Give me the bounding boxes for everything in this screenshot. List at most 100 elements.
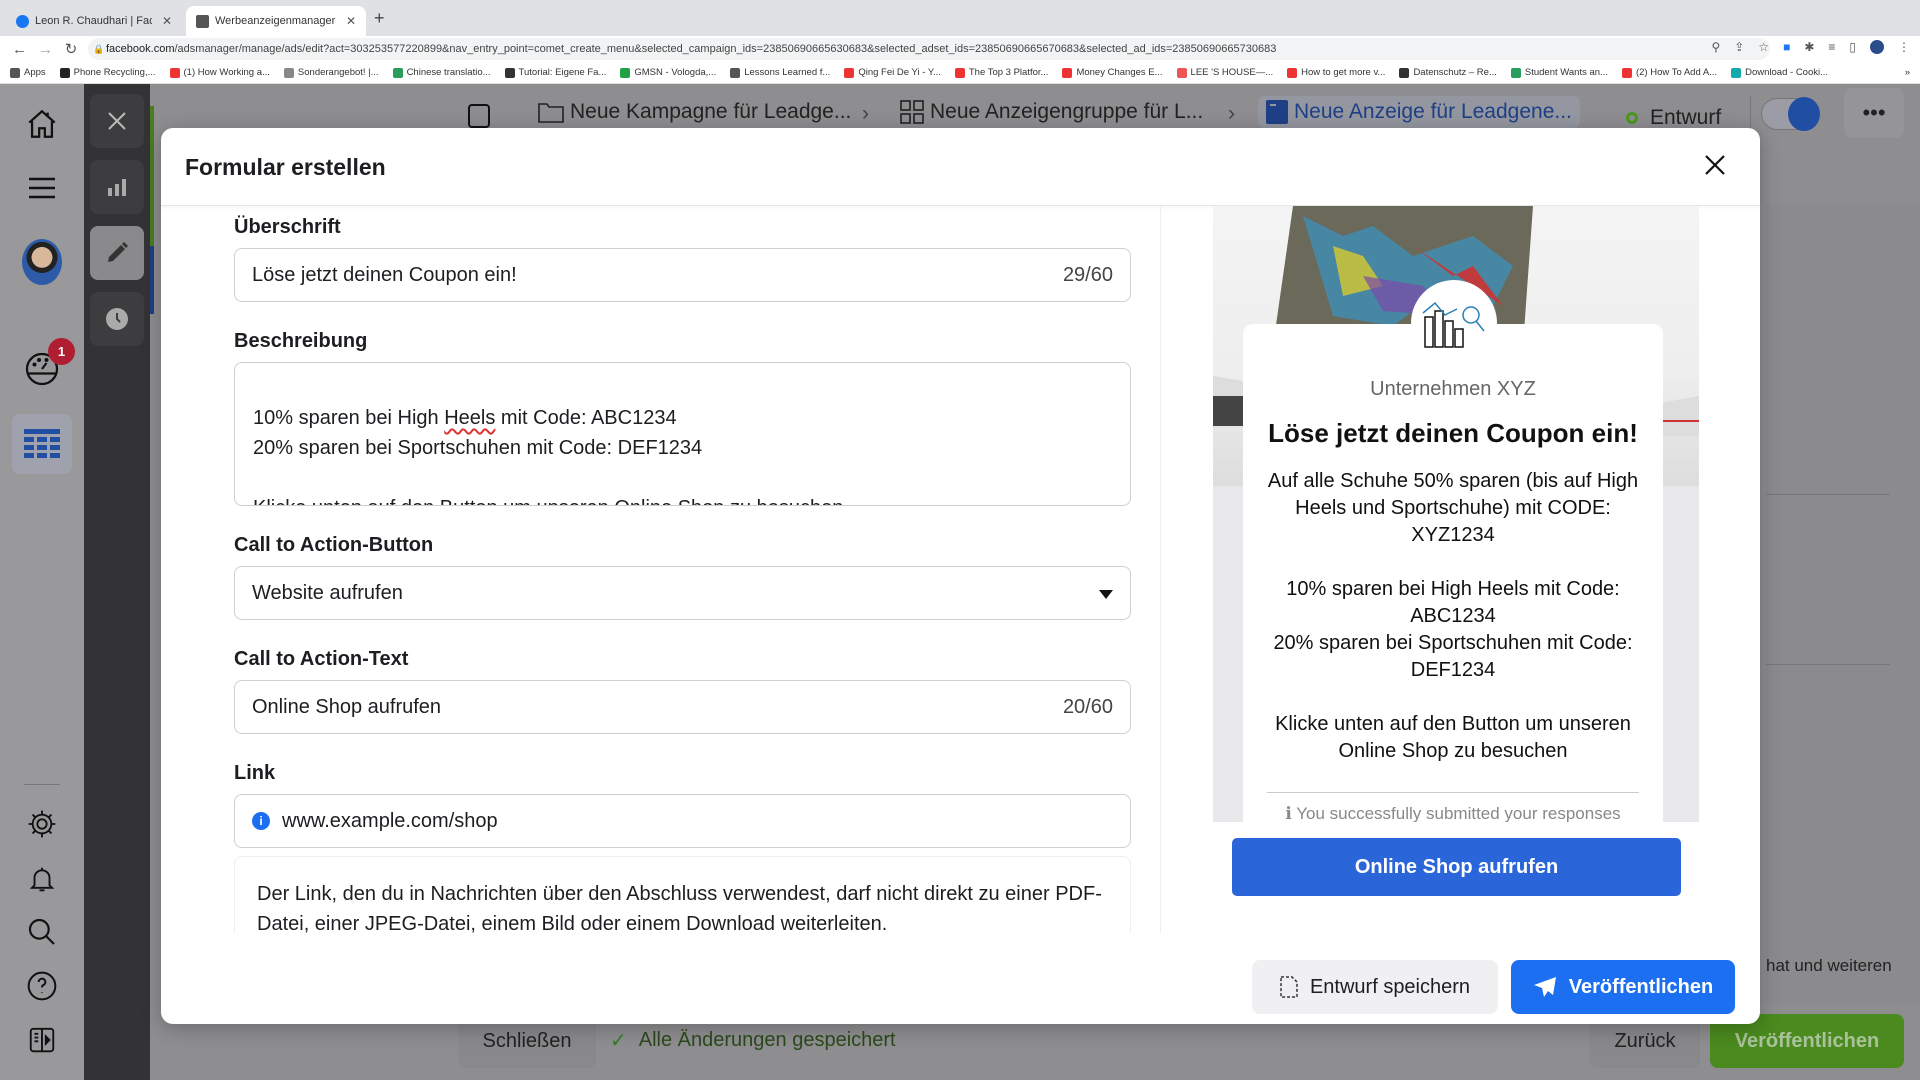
- sidepanel-icon[interactable]: ▯: [1849, 40, 1856, 54]
- bookmark-favicon-icon: [169, 67, 180, 78]
- preview-cta-button[interactable]: Online Shop aufrufen: [1232, 838, 1681, 896]
- link-input[interactable]: i www.example.com/shop: [234, 794, 1131, 848]
- bookmark-item[interactable]: Tutorial: Eigene Fa...: [504, 67, 606, 78]
- breadcrumb-adset[interactable]: Neue Anzeigengruppe für L...: [900, 100, 1203, 124]
- ads-table-icon[interactable]: [12, 414, 72, 474]
- link-notice-text: Der Link, den du in Nachrichten über den…: [257, 883, 1102, 933]
- cta-text-input[interactable]: Online Shop aufrufen 20/60: [234, 680, 1131, 734]
- publish-button[interactable]: Veröffentlichen: [1511, 960, 1735, 1014]
- back-icon[interactable]: ←: [12, 41, 27, 58]
- user-avatar[interactable]: [22, 239, 62, 285]
- bookmark-item[interactable]: Qing Fei De Yi - Y...: [844, 67, 941, 78]
- bookmark-item[interactable]: GMSN - Vologda,...: [620, 67, 716, 78]
- reading-list-icon[interactable]: ≡: [1828, 40, 1835, 54]
- save-draft-button[interactable]: Entwurf speichern: [1252, 960, 1498, 1014]
- chevron-right-icon: ›: [1228, 102, 1235, 125]
- edit-pencil-icon[interactable]: [90, 226, 144, 280]
- preview-submitted-text: ℹ You successfully submitted your respon…: [1285, 804, 1621, 822]
- breadcrumb-campaign[interactable]: Neue Kampagne für Leadge...: [538, 100, 851, 124]
- dialog-title: Formular erstellen: [185, 154, 386, 180]
- settings-gear-icon[interactable]: [22, 804, 62, 844]
- bookmark-item[interactable]: Sonderangebot! |...: [283, 67, 379, 78]
- bookmark-item[interactable]: Lessons Learned f...: [730, 67, 830, 78]
- browser-tab-facebook[interactable]: Leon R. Chaudhari | Facebook ✕: [6, 6, 182, 36]
- bookmark-label: Money Changes E...: [1076, 67, 1163, 78]
- bookmark-item[interactable]: Money Changes E...: [1062, 67, 1163, 78]
- save-draft-label: Entwurf speichern: [1309, 975, 1471, 998]
- adsmanager-icon: [196, 14, 209, 28]
- more-options-button[interactable]: •••: [1844, 88, 1904, 138]
- search-icon[interactable]: [22, 912, 62, 952]
- browser-tab-bar: Leon R. Chaudhari | Facebook ✕ Werbeanze…: [0, 0, 1920, 36]
- saved-status-label: Alle Änderungen gespeichert: [638, 1029, 896, 1051]
- more-bookmarks-button[interactable]: »: [1905, 67, 1910, 78]
- bookmark-favicon-icon: [504, 67, 515, 78]
- cta-text-value: Online Shop aufrufen: [252, 695, 442, 718]
- bookmark-label: Qing Fei De Yi - Y...: [858, 67, 941, 78]
- panel-toggle-icon[interactable]: [468, 104, 490, 128]
- bookmark-item[interactable]: Phone Recycling,...: [59, 67, 156, 78]
- preview-divider: [1267, 792, 1639, 793]
- headline-input[interactable]: Löse jetzt deinen Coupon ein! 29/60: [234, 248, 1131, 302]
- reload-icon[interactable]: ↻: [64, 40, 78, 58]
- close-editor-button[interactable]: [90, 94, 144, 148]
- url-input[interactable]: 🔒 facebook.com/adsmanager/manage/ads/edi…: [88, 38, 1770, 60]
- bookmark-item[interactable]: Student Wants an...: [1510, 67, 1608, 78]
- cta-text-char-count: 20/60: [1062, 695, 1113, 718]
- browser-tab-adsmanager[interactable]: Werbeanzeigenmanager - Wer ✕: [186, 6, 366, 36]
- menu-icon[interactable]: [22, 168, 62, 208]
- bookmark-item[interactable]: The Top 3 Platfor...: [954, 67, 1048, 78]
- status-label: Entwurf: [1650, 106, 1722, 129]
- close-tab-icon[interactable]: ✕: [336, 14, 356, 28]
- bookmark-item[interactable]: Chinese translatio...: [392, 67, 491, 78]
- description-textarea[interactable]: 10% sparen bei High Heels mit Code: ABC1…: [234, 362, 1131, 506]
- bookmark-label: Datenschutz – Re...: [1413, 67, 1497, 78]
- help-icon[interactable]: [22, 966, 62, 1006]
- zoom-icon[interactable]: ⚲: [1711, 40, 1720, 54]
- cta-button-select[interactable]: Website aufrufen: [234, 566, 1131, 620]
- bookmark-label: Phone Recycling,...: [73, 67, 156, 78]
- new-tab-button[interactable]: +: [374, 8, 385, 29]
- close-dialog-button[interactable]: [1700, 150, 1730, 180]
- bookmark-item[interactable]: (1) How Working a...: [169, 67, 270, 78]
- publish-label: Veröffentlichen: [1568, 975, 1714, 998]
- notifications-bell-icon[interactable]: [22, 859, 62, 899]
- bookmark-favicon-icon: [1510, 67, 1521, 78]
- link-value: www.example.com/shop: [282, 809, 498, 832]
- breadcrumb-ad[interactable]: Neue Anzeige für Leadgene...: [1258, 96, 1580, 128]
- toggle-panel-icon[interactable]: [22, 1020, 62, 1060]
- bookmark-label: Student Wants an...: [1524, 67, 1608, 78]
- headline-char-count: 29/60: [1062, 263, 1113, 286]
- bookmark-item[interactable]: How to get more v...: [1287, 67, 1385, 78]
- bookmark-item[interactable]: Apps: [10, 67, 46, 78]
- bookmark-item[interactable]: Download - Cooki...: [1731, 67, 1828, 78]
- bookmark-star-icon[interactable]: ☆: [1758, 40, 1769, 54]
- lock-icon: 🔒: [93, 44, 105, 54]
- bookmark-favicon-icon: [954, 67, 965, 78]
- form-scroll-area[interactable]: Überschrift Löse jetzt deinen Coupon ein…: [161, 206, 1161, 933]
- breadcrumb-label: Neue Anzeigengruppe für L...: [930, 100, 1204, 123]
- forward-icon[interactable]: →: [38, 41, 53, 58]
- history-clock-icon[interactable]: [90, 292, 144, 346]
- bookmarks-bar: Apps Phone Recycling,... (1) How Working a…: [0, 62, 1920, 84]
- facebook-extension-icon[interactable]: ■: [1783, 40, 1790, 54]
- checkmark-icon: ✓: [610, 1030, 627, 1052]
- tab-title: Werbeanzeigenmanager - Wer: [215, 15, 336, 27]
- bookmark-item[interactable]: Datenschutz – Re...: [1399, 67, 1497, 78]
- headline-value: Löse jetzt deinen Coupon ein!: [252, 263, 517, 286]
- toggle-switch[interactable]: [1761, 97, 1820, 131]
- saved-status: ✓ Alle Änderungen gespeichert: [610, 1028, 896, 1053]
- preview-title: Löse jetzt deinen Coupon ein!: [1268, 418, 1638, 448]
- bookmark-item[interactable]: LEE 'S HOUSE—...: [1176, 67, 1273, 78]
- extensions-icon[interactable]: ✱: [1804, 40, 1814, 54]
- create-form-dialog: Formular erstellen Überschrift Löse jetz…: [161, 128, 1760, 1024]
- profile-avatar[interactable]: [1870, 40, 1884, 54]
- home-icon[interactable]: [22, 104, 62, 144]
- charts-icon[interactable]: [90, 160, 144, 214]
- close-tab-icon[interactable]: ✕: [152, 14, 172, 28]
- menu-icon[interactable]: ⋮: [1898, 40, 1910, 54]
- divider: [1750, 96, 1751, 132]
- status-dot-icon: [1626, 112, 1638, 124]
- bookmark-item[interactable]: (2) How To Add A...: [1621, 67, 1717, 78]
- share-icon[interactable]: ⇪: [1734, 40, 1744, 54]
